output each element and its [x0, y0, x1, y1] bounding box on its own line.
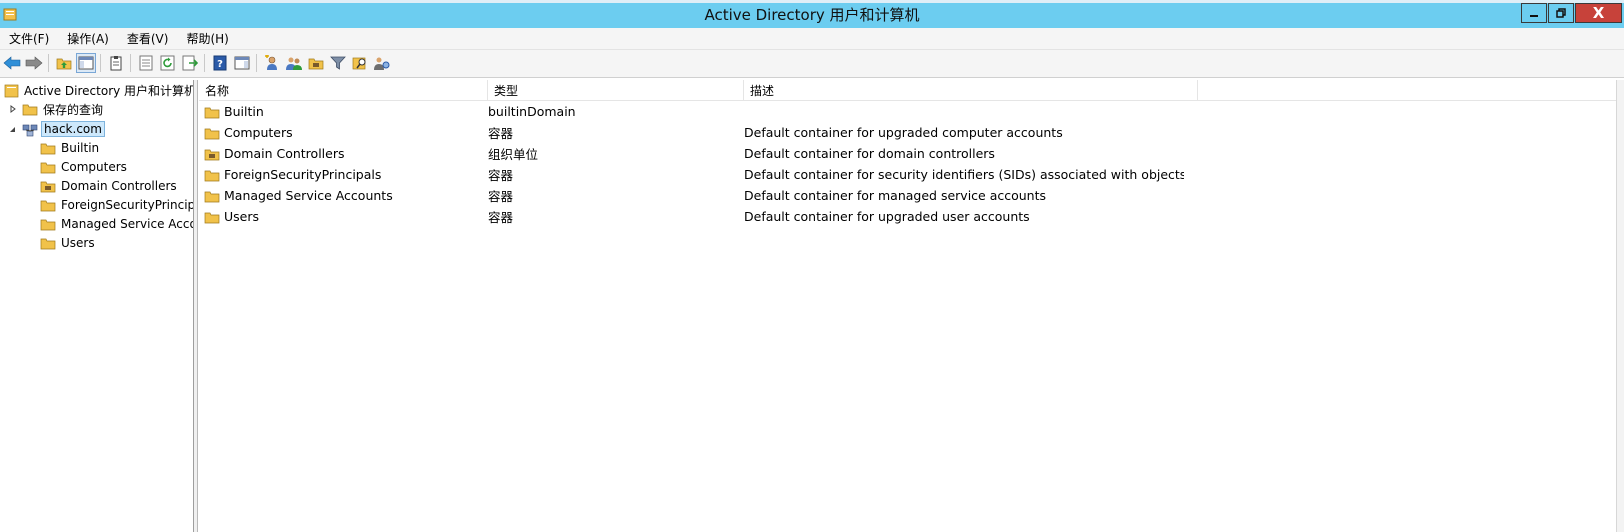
chevron-right-icon[interactable]: [8, 104, 18, 114]
list-row-domain-controllers[interactable]: Domain Controllers 组织单位 Default containe…: [199, 143, 1399, 164]
tree-label-builtin: Builtin: [61, 141, 100, 155]
folder-icon: [40, 141, 56, 155]
ou-folder-icon: [204, 147, 220, 161]
row-name: Domain Controllers: [224, 146, 345, 161]
minimize-button[interactable]: [1521, 3, 1547, 23]
folder-icon: [204, 210, 220, 224]
folder-icon: [22, 102, 38, 116]
row-name: Builtin: [224, 104, 264, 119]
list-row-builtin[interactable]: Builtin builtinDomain: [199, 101, 1399, 122]
add-to-group-icon[interactable]: [372, 53, 392, 73]
folder-icon: [204, 168, 220, 182]
folder-icon: [204, 126, 220, 140]
list-row-managed-service-accounts[interactable]: Managed Service Accounts 容器 Default cont…: [199, 185, 1399, 206]
row-description: Default container for upgraded user acco…: [744, 209, 1030, 224]
column-header-description[interactable]: 描述: [744, 80, 1198, 101]
tree-label-users: Users: [61, 236, 95, 250]
back-arrow-icon[interactable]: [2, 53, 22, 73]
mmc-window: Active Directory 用户和计算机 X 文件(F) 操作(A) 查看…: [0, 0, 1624, 532]
filter-icon[interactable]: [328, 53, 348, 73]
row-type: 容器: [488, 168, 514, 183]
chevron-down-icon[interactable]: [8, 124, 18, 134]
row-type: 容器: [488, 126, 514, 141]
svg-text:?: ?: [217, 59, 223, 70]
folder-icon: [40, 236, 56, 250]
row-name: ForeignSecurityPrincipals: [224, 167, 382, 182]
row-type: 容器: [488, 189, 514, 204]
export-list-icon[interactable]: [180, 53, 200, 73]
list-header: 名称 类型 描述: [199, 80, 1616, 101]
row-description: Default container for security identifie…: [744, 167, 1184, 182]
menu-bar: 文件(F) 操作(A) 查看(V) 帮助(H): [0, 28, 1624, 50]
console-tree-pane[interactable]: Active Directory 用户和计算机 保存的查询 hack.com B…: [0, 80, 194, 532]
tree-label-saved-queries: 保存的查询: [43, 102, 104, 117]
pane-splitter[interactable]: [194, 80, 198, 532]
right-edge-scrollbar[interactable]: [1616, 80, 1624, 532]
list-row-foreign-security-principals[interactable]: ForeignSecurityPrincipals 容器 Default con…: [199, 164, 1399, 185]
new-user-icon[interactable]: [262, 53, 282, 73]
tree-label-managed-service-accounts: Managed Service Accounts: [61, 217, 194, 231]
menu-view[interactable]: 查看(V): [127, 30, 169, 47]
window-title: Active Directory 用户和计算机: [704, 6, 920, 24]
tree-root-label: Active Directory 用户和计算机: [24, 83, 194, 98]
menu-help[interactable]: 帮助(H): [186, 30, 228, 47]
tree-label-computers: Computers: [61, 160, 127, 174]
column-header-name[interactable]: 名称: [199, 80, 488, 101]
tree-item-domain[interactable]: hack.com: [8, 119, 105, 139]
folder-icon: [40, 198, 56, 212]
find-icon[interactable]: [350, 53, 370, 73]
row-name: Users: [224, 209, 260, 224]
tree-item-users[interactable]: Users: [40, 233, 95, 253]
clipboard-icon[interactable]: [106, 53, 126, 73]
folder-icon: [40, 217, 56, 231]
new-ou-icon[interactable]: [306, 53, 326, 73]
show-hide-action-pane-icon[interactable]: [232, 53, 252, 73]
close-button[interactable]: X: [1575, 3, 1622, 23]
list-row-computers[interactable]: Computers 容器 Default container for upgra…: [199, 122, 1399, 143]
refresh-icon[interactable]: [158, 53, 178, 73]
ad-root-icon: [4, 83, 19, 98]
folder-icon: [204, 105, 220, 119]
tree-item-builtin[interactable]: Builtin: [40, 138, 99, 158]
list-row-users[interactable]: Users 容器 Default container for upgraded …: [199, 206, 1399, 227]
tree-item-saved-queries[interactable]: 保存的查询: [8, 99, 103, 119]
tree-item-foreign-security-principals[interactable]: ForeignSecurityPrincipals: [40, 195, 193, 215]
folder-icon: [204, 189, 220, 203]
row-name: Managed Service Accounts: [224, 188, 393, 203]
folder-icon: [40, 160, 56, 174]
forward-arrow-icon[interactable]: [24, 53, 44, 73]
row-name: Computers: [224, 125, 293, 140]
column-header-type[interactable]: 类型: [488, 80, 744, 101]
details-list-pane[interactable]: 名称 类型 描述 Builtin builtinDomain Computers…: [199, 80, 1616, 532]
title-bar[interactable]: Active Directory 用户和计算机 X: [0, 0, 1624, 28]
tree-item-computers[interactable]: Computers: [40, 157, 127, 177]
toolbar: ?: [0, 50, 1624, 78]
domain-icon: [22, 122, 38, 137]
row-type: 容器: [488, 210, 514, 225]
tree-item-domain-controllers[interactable]: Domain Controllers: [40, 176, 177, 196]
tree-label-domain: hack.com: [41, 121, 105, 137]
menu-action[interactable]: 操作(A): [67, 30, 109, 47]
tree-item-managed-service-accounts[interactable]: Managed Service Accounts: [40, 214, 194, 234]
up-folder-icon[interactable]: [54, 53, 74, 73]
taskbar-strip: [0, 0, 1624, 3]
show-hide-console-tree-icon[interactable]: [76, 53, 96, 73]
help-icon[interactable]: ?: [210, 53, 230, 73]
tree-label-domain-controllers: Domain Controllers: [61, 179, 177, 193]
row-description: Default container for domain controllers: [744, 146, 995, 161]
new-group-icon[interactable]: [284, 53, 304, 73]
menu-file[interactable]: 文件(F): [9, 30, 49, 47]
row-type: builtinDomain: [488, 104, 576, 119]
restore-button[interactable]: [1548, 3, 1574, 23]
properties-icon[interactable]: [136, 53, 156, 73]
row-description: Default container for managed service ac…: [744, 188, 1047, 203]
tree-root[interactable]: Active Directory 用户和计算机: [4, 80, 194, 100]
row-description: Default container for upgraded computer …: [744, 125, 1063, 140]
row-type: 组织单位: [488, 147, 539, 162]
ou-folder-icon: [40, 179, 56, 193]
tree-label-foreign-security-principals: ForeignSecurityPrincipals: [61, 198, 193, 212]
